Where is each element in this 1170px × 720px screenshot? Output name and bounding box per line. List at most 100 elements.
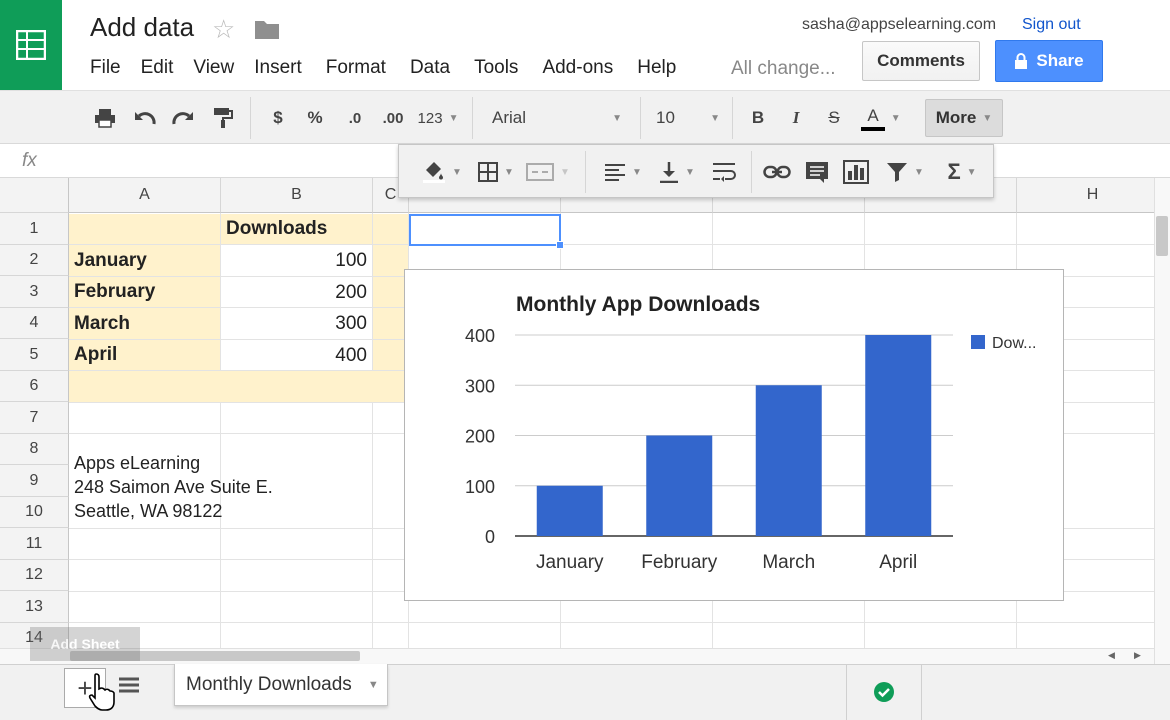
menu-view[interactable]: View: [193, 57, 234, 81]
insert-comment-icon[interactable]: [801, 157, 833, 187]
redo-icon[interactable]: [168, 103, 198, 133]
bar-january[interactable]: [536, 485, 603, 536]
cell-value[interactable]: 300: [221, 308, 372, 339]
functions-label: Σ: [947, 159, 961, 184]
row-header[interactable]: 13: [0, 591, 69, 623]
sheet-tab-menu-icon[interactable]: ▼: [368, 679, 379, 691]
menu-file[interactable]: File: [90, 57, 121, 81]
insert-link-icon[interactable]: [761, 157, 793, 187]
row-header[interactable]: 6: [0, 371, 69, 402]
cell-month[interactable]: February: [69, 277, 220, 307]
insert-chart-icon[interactable]: [839, 157, 873, 187]
paint-format-icon[interactable]: [208, 103, 238, 133]
borders-icon[interactable]: ▼: [475, 157, 517, 187]
menu-tools[interactable]: Tools: [474, 57, 518, 81]
row-header[interactable]: 4: [0, 308, 69, 339]
font-family-dropdown[interactable]: Arial ▼: [492, 103, 622, 133]
cell-value[interactable]: 200: [221, 277, 372, 308]
percent-format-button[interactable]: %: [302, 103, 328, 133]
row-header[interactable]: 1: [0, 213, 69, 245]
merge-cells-icon[interactable]: ▼: [523, 157, 573, 187]
cell-address[interactable]: Apps eLearning: [69, 451, 369, 475]
undo-icon[interactable]: [130, 103, 160, 133]
highlight-a1[interactable]: [69, 214, 220, 244]
cell-value[interactable]: 400: [221, 340, 372, 371]
cell-downloads-header[interactable]: Downloads: [221, 214, 372, 244]
more-toolbar-popup: ▼ ▼ ▼ ▼ ▼ ▼ Σ ▼: [398, 144, 994, 198]
number-format-dropdown[interactable]: 123 ▼: [414, 103, 462, 133]
bar-february[interactable]: [646, 435, 713, 537]
dropdown-arrow-icon: ▼: [612, 112, 622, 124]
cell-month[interactable]: January: [69, 245, 220, 276]
sync-status: [846, 664, 922, 720]
y-tick-label: 0: [485, 527, 495, 547]
row-header[interactable]: 2: [0, 245, 69, 276]
vertical-scroll-thumb[interactable]: [1156, 216, 1168, 256]
sign-out-link[interactable]: Sign out: [1022, 16, 1081, 34]
share-button[interactable]: Share: [995, 40, 1103, 82]
font-size-value: 10: [656, 108, 675, 127]
strikethrough-button[interactable]: S: [822, 103, 846, 133]
fill-handle[interactable]: [556, 241, 564, 249]
y-tick-label: 100: [465, 477, 495, 497]
print-icon[interactable]: [90, 103, 120, 133]
scroll-right-icon[interactable]: ▶: [1134, 650, 1141, 661]
lock-icon: [1015, 52, 1028, 69]
increase-decimal-button[interactable]: .00: [378, 103, 408, 133]
menu-edit[interactable]: Edit: [141, 57, 174, 81]
document-title[interactable]: Add data: [90, 12, 194, 43]
fill-color-icon[interactable]: ▼: [417, 157, 467, 187]
star-icon[interactable]: ☆: [212, 14, 235, 45]
row-header[interactable]: 9: [0, 465, 69, 497]
cell-month[interactable]: March: [69, 308, 220, 339]
highlight-column-c[interactable]: [373, 214, 408, 403]
cell-month[interactable]: April: [69, 340, 220, 370]
cell-value[interactable]: 100: [221, 245, 372, 276]
column-header-b[interactable]: B: [221, 178, 373, 213]
row-header[interactable]: 7: [0, 402, 69, 434]
row-header[interactable]: 11: [0, 528, 69, 560]
functions-icon[interactable]: Σ ▼: [939, 157, 985, 187]
bar-march[interactable]: [755, 385, 822, 536]
menu-format[interactable]: Format: [326, 57, 386, 81]
text-color-button[interactable]: A ▼: [856, 103, 906, 133]
folder-icon[interactable]: [254, 18, 280, 40]
highlight-row-6[interactable]: [69, 371, 373, 403]
all-sheets-icon[interactable]: [118, 674, 140, 700]
chart[interactable]: Monthly App Downloads 0 100 200 300 400 Janu…: [404, 269, 1064, 601]
select-all-corner[interactable]: [0, 178, 69, 213]
align-left-icon[interactable]: ▼: [599, 157, 647, 187]
decrease-decimal-button[interactable]: .0: [340, 103, 370, 133]
vertical-align-icon[interactable]: ▼: [653, 157, 701, 187]
column-header-a[interactable]: A: [69, 178, 221, 213]
comments-button[interactable]: Comments: [862, 41, 980, 81]
autosave-status[interactable]: All change...: [731, 58, 836, 80]
filter-icon[interactable]: ▼: [879, 157, 931, 187]
italic-button[interactable]: I: [784, 103, 808, 133]
bar-april[interactable]: [865, 335, 932, 536]
sheets-logo-icon[interactable]: [0, 0, 62, 90]
sheet-tab-monthly-downloads[interactable]: Monthly Downloads ▼: [174, 664, 388, 706]
row-header[interactable]: 5: [0, 339, 69, 371]
selected-cell[interactable]: [409, 214, 561, 246]
bold-button[interactable]: B: [746, 103, 770, 133]
menu-addons[interactable]: Add-ons: [542, 57, 613, 81]
cell-address[interactable]: 248 Saimon Ave Suite E.: [69, 475, 369, 499]
more-button[interactable]: More ▼: [925, 99, 1003, 137]
font-size-dropdown[interactable]: 10 ▼: [656, 103, 720, 133]
wrap-text-icon[interactable]: [709, 157, 739, 187]
row-header[interactable]: 8: [0, 434, 69, 465]
row-header[interactable]: 10: [0, 497, 69, 528]
y-tick-label: 200: [465, 427, 495, 447]
menu-help[interactable]: Help: [637, 57, 676, 81]
x-tick-label: January: [536, 552, 604, 573]
dropdown-arrow-icon: ▼: [966, 166, 977, 178]
column-header-h[interactable]: H: [1017, 178, 1154, 213]
row-header[interactable]: 3: [0, 276, 69, 308]
menu-data[interactable]: Data: [410, 57, 450, 81]
cell-address[interactable]: Seattle, WA 98122: [69, 499, 369, 523]
row-header[interactable]: 12: [0, 560, 69, 591]
scroll-left-icon[interactable]: ◀: [1108, 650, 1115, 661]
currency-format-button[interactable]: $: [266, 103, 290, 133]
menu-insert[interactable]: Insert: [254, 57, 302, 81]
